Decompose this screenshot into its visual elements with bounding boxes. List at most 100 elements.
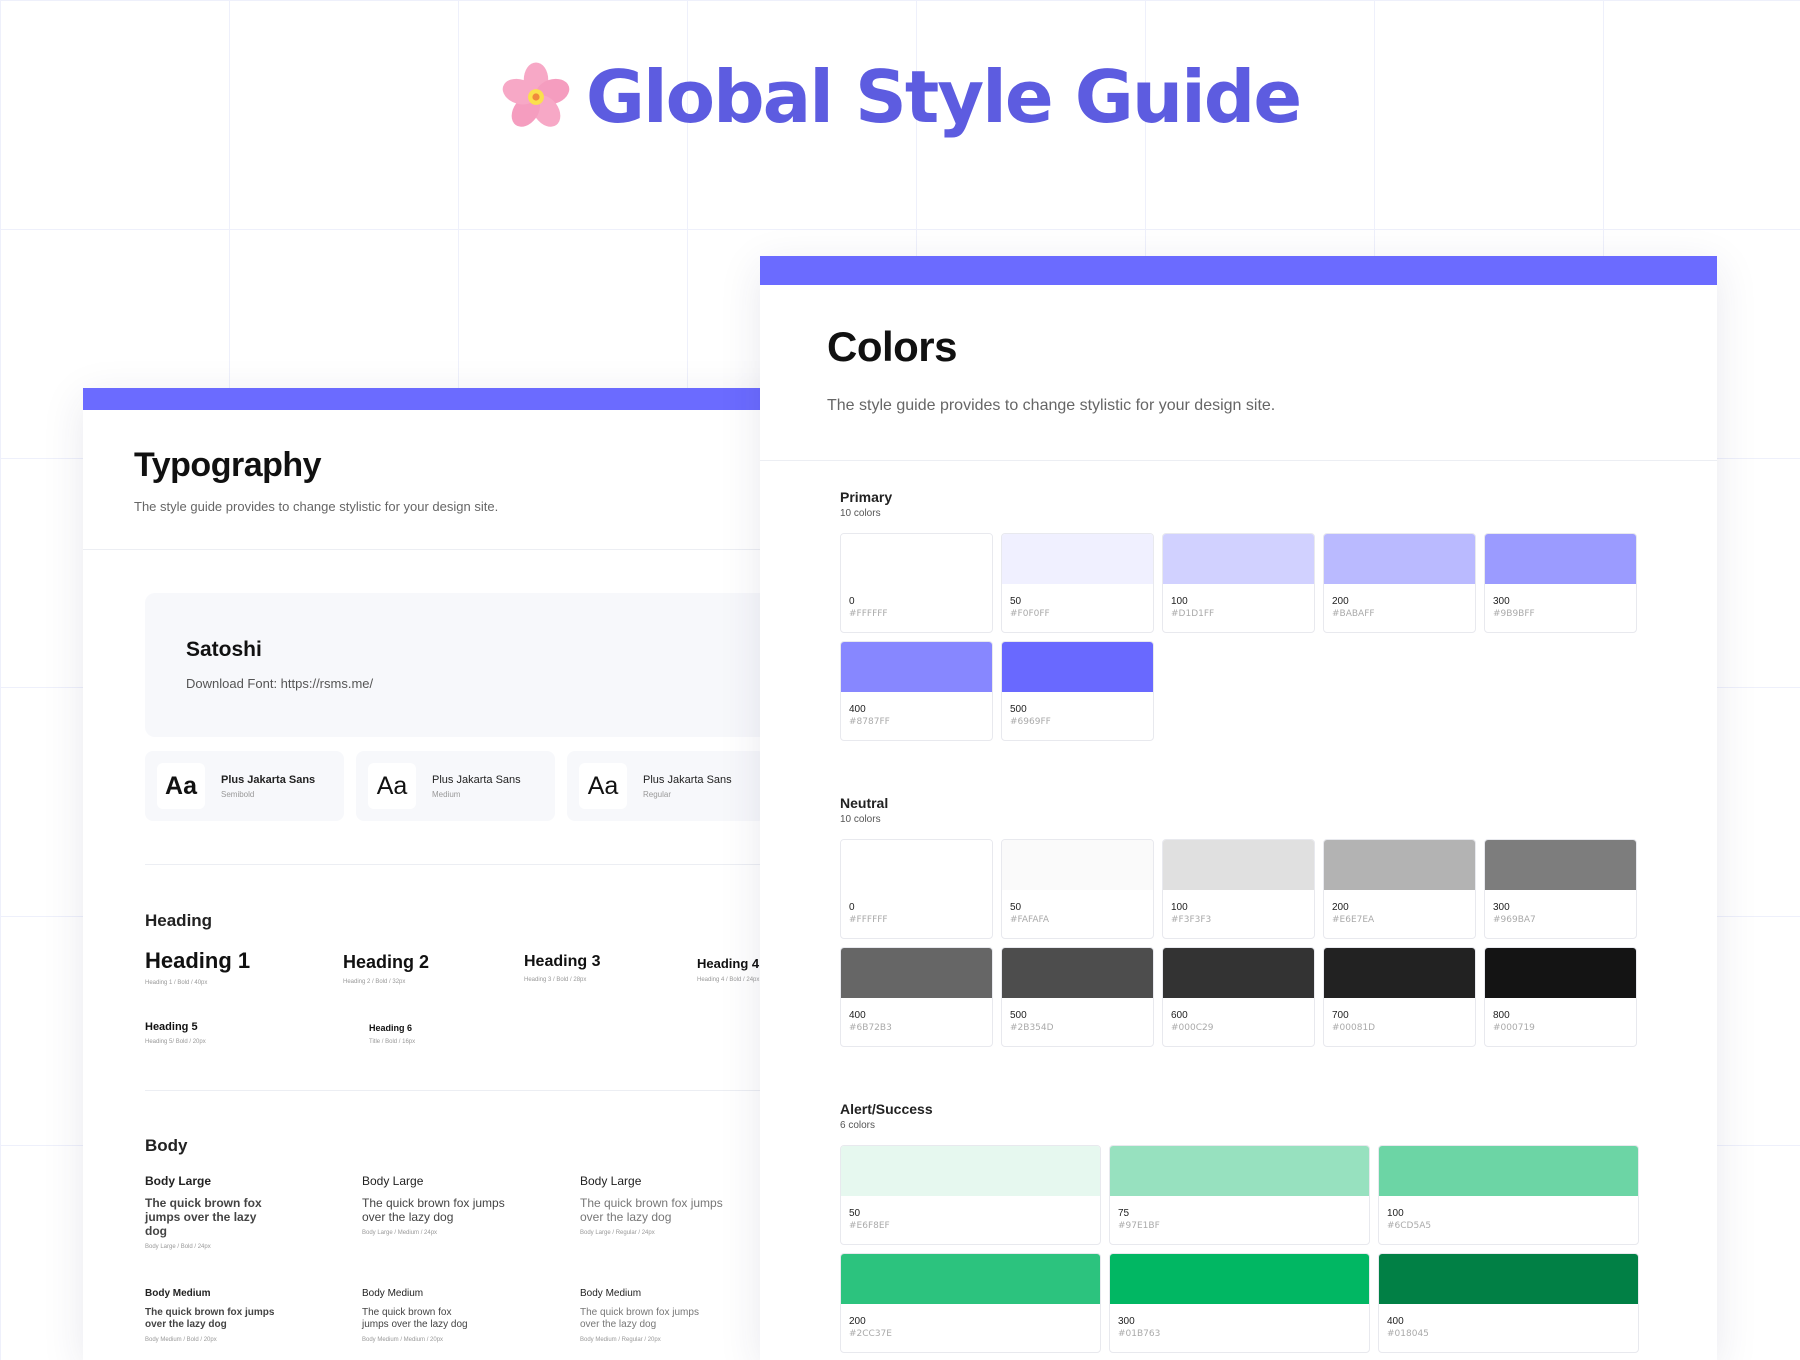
body-sample-text: The quick brown fox jumps over the lazy … [580,1196,723,1224]
heading-section-title: Heading [145,911,213,930]
swatch-hex: #969BA7 [1493,915,1536,925]
font-name: Satoshi [186,638,262,661]
color-swatch[interactable]: 500 #2B354D [1001,947,1154,1047]
color-swatch[interactable]: 800 #000719 [1484,947,1637,1047]
color-swatch[interactable]: 200 #E6E7EA [1323,839,1476,939]
color-swatch[interactable]: 0 #FFFFFF [840,533,993,633]
swatch-name: 50 [849,1208,861,1219]
heading-sample-meta: Heading 3 / Bold / 28px [524,977,587,983]
font-weight-regular: Aa Plus Jakarta Sans Regular [567,751,766,821]
color-swatch[interactable]: 400 #018045 [1378,1253,1639,1353]
swatch-hex: #E6E7EA [1332,915,1375,925]
swatch-name: 100 [1171,596,1188,607]
color-swatch[interactable]: 200 #2CC37E [840,1253,1101,1353]
color-swatch[interactable]: 100 #F3F3F3 [1162,839,1315,939]
font-weight-label: Semibold [221,789,255,799]
heading-sample-4: Heading 4 Heading 4 / Bold / 24px [697,956,759,983]
color-group-primary: Primary 10 colors 0 #FFFFFF 50 #F0F0FF 100… [840,489,1637,741]
swatch-hex: #2B354D [1010,1023,1054,1033]
color-swatch[interactable]: 75 #97E1BF [1109,1145,1370,1245]
swatch-hex: #9B9BFF [1493,609,1535,619]
swatch-hex: #000719 [1493,1023,1535,1033]
font-sample: Aa [157,763,205,809]
color-swatch[interactable]: 200 #BABAFF [1323,533,1476,633]
colors-subtitle: The style guide provides to change styli… [827,397,1276,414]
swatch-name: 500 [1010,1010,1027,1021]
swatch-color [1324,534,1475,584]
swatch-color [841,840,992,890]
swatch-name: 400 [849,1010,866,1021]
color-swatch[interactable]: 300 #969BA7 [1484,839,1637,939]
heading-sample-meta: Heading 2 / Bold / 32px [343,979,406,985]
swatch-hex: #FFFFFF [849,915,888,925]
color-group-count: 10 colors [840,508,881,519]
swatch-hex: #6969FF [1010,717,1051,727]
swatch-color [1485,948,1636,998]
color-swatch[interactable]: 50 #E6F8EF [840,1145,1101,1245]
swatch-color [841,1254,1100,1304]
body-sample-text: The quick brown fox jumps over the lazy … [362,1307,468,1330]
color-swatch[interactable]: 100 #6CD5A5 [1378,1145,1639,1245]
color-swatch[interactable]: 500 #6969FF [1001,641,1154,741]
color-swatch[interactable]: 700 #00081D [1323,947,1476,1047]
heading-sample-label: Heading 1 [145,948,251,973]
swatch-color [1002,534,1153,584]
colors-title: Colors [827,323,958,370]
body-sample: Body Medium The quick brown fox jumps ov… [580,1288,720,1343]
body-sample-label: Body Medium [145,1288,211,1299]
color-swatch[interactable]: 600 #000C29 [1162,947,1315,1047]
font-weight-family: Plus Jakarta Sans [432,773,521,786]
color-swatch[interactable]: 300 #01B763 [1109,1253,1370,1353]
page-title: Global Style Guide [585,55,1302,139]
cherry-blossom-icon [502,62,570,127]
body-sample-text: The quick brown fox jumps over the lazy … [145,1196,262,1238]
swatch-name: 200 [849,1316,866,1327]
swatch-name: 100 [1387,1208,1404,1219]
body-sample-meta: Body Large / Medium / 24px [362,1230,438,1236]
swatch-hex: #FFFFFF [849,609,888,619]
color-group-title: Neutral [840,795,889,811]
page-header: Global Style Guide [0,55,1800,139]
color-swatch[interactable]: 400 #6B72B3 [840,947,993,1047]
swatch-name: 300 [1118,1316,1135,1327]
body-sample: Body Large The quick brown fox jumps ove… [362,1174,507,1236]
swatch-grid: 0 #FFFFFF 50 #FAFAFA 100 #F3F3F3 200 #E6E7EA… [840,839,1637,1047]
swatch-hex: #8787FF [849,717,890,727]
swatch-name: 500 [1010,704,1027,715]
color-group-title: Alert/Success [840,1101,933,1117]
swatch-name: 200 [1332,596,1349,607]
swatch-color [841,642,992,692]
swatch-name: 50 [1010,902,1022,913]
color-swatch[interactable]: 50 #FAFAFA [1001,839,1154,939]
color-group-neutral: Neutral 10 colors 0 #FFFFFF 50 #FAFAFA 100… [840,795,1637,1047]
swatch-hex: #01B763 [1118,1329,1161,1339]
body-sample: Body Large The quick brown fox jumps ove… [580,1174,725,1236]
color-swatch[interactable]: 300 #9B9BFF [1484,533,1637,633]
swatch-hex: #FAFAFA [1010,915,1050,925]
card-accent-bar [760,256,1717,285]
swatch-hex: #000C29 [1171,1023,1214,1033]
heading-sample-5: Heading 5 Heading 5/ Bold / 20px [145,1021,206,1045]
swatch-color [1324,948,1475,998]
color-group-count: 6 colors [840,1120,876,1131]
font-download-link[interactable]: Download Font: https://rsms.me/ [186,676,845,691]
swatch-hex: #D1D1FF [1171,609,1215,619]
swatch-hex: #97E1BF [1118,1221,1160,1231]
font-weight-label: Medium [432,789,461,799]
swatch-name: 50 [1010,596,1022,607]
swatch-grid: 0 #FFFFFF 50 #F0F0FF 100 #D1D1FF 200 #BABAFF… [840,533,1637,741]
color-swatch[interactable]: 100 #D1D1FF [1162,533,1315,633]
font-weight-family: Plus Jakarta Sans [221,773,316,786]
color-group-count: 10 colors [840,814,881,825]
heading-sample-meta: Heading 1 / Bold / 40px [145,980,208,986]
color-swatch[interactable]: 50 #F0F0FF [1001,533,1154,633]
swatch-name: 400 [1387,1316,1404,1327]
color-swatch[interactable]: 400 #8787FF [840,641,993,741]
swatch-color [1163,948,1314,998]
swatch-hex: #6B72B3 [849,1023,892,1033]
swatch-color [1002,642,1153,692]
swatch-name: 600 [1171,1010,1188,1021]
color-swatch[interactable]: 0 #FFFFFF [840,839,993,939]
body-sample: Body Large The quick brown fox jumps ove… [145,1174,280,1250]
color-group-success: Alert/Success 6 colors 50 #E6F8EF 75 #97E1… [840,1101,1639,1353]
